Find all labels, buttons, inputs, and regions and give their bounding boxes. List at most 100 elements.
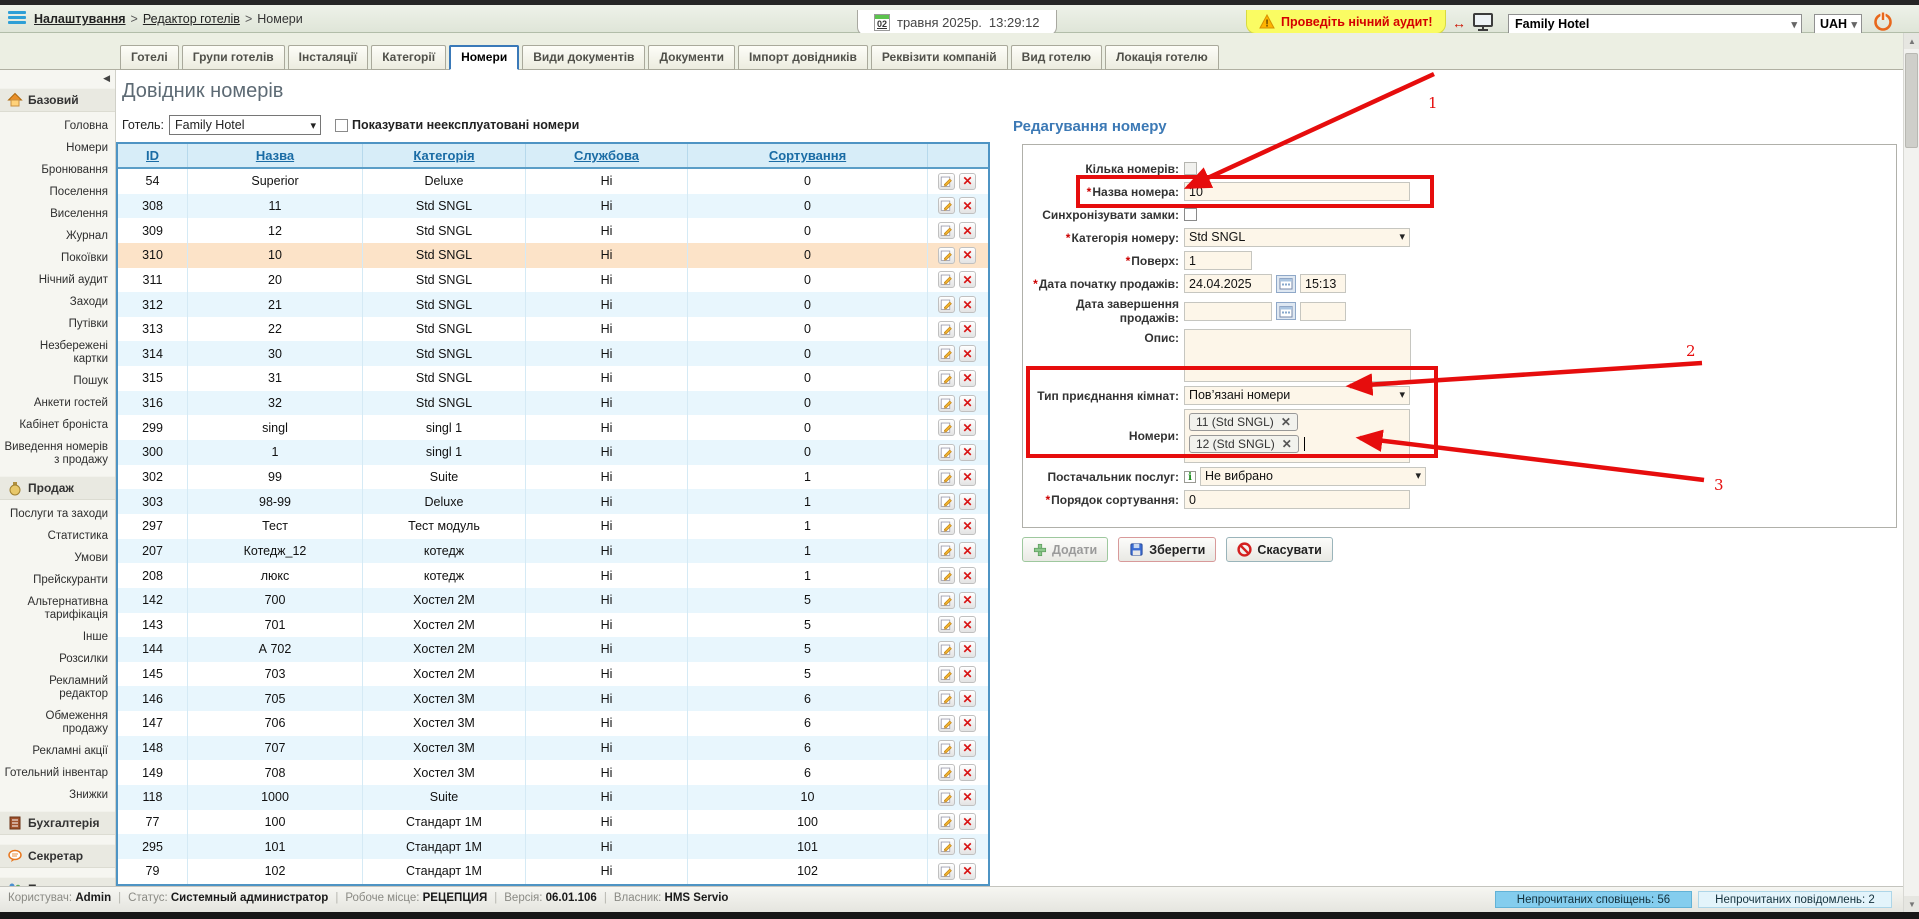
table-row[interactable]: 30912Std SNGLНі0✕: [118, 218, 988, 243]
linked-room-chip[interactable]: 11 (Std SNGL)✕: [1189, 413, 1298, 431]
delete-row-button[interactable]: ✕: [959, 740, 976, 757]
tab-види-документів[interactable]: Види документів: [522, 45, 645, 70]
sidebar-section-програма-ло[interactable]: Програма ло: [0, 877, 115, 886]
edit-row-button[interactable]: [938, 271, 955, 288]
add-button[interactable]: Додати: [1022, 537, 1108, 562]
hotel-filter-select[interactable]: Family Hotel: [169, 115, 321, 135]
table-row[interactable]: 31221Std SNGLНі0✕: [118, 292, 988, 317]
sale-start-time-input[interactable]: [1300, 274, 1346, 293]
delete-row-button[interactable]: ✕: [959, 222, 976, 239]
table-row[interactable]: 31120Std SNGLНі0✕: [118, 268, 988, 293]
table-row[interactable]: 31430Std SNGLНі0✕: [118, 341, 988, 366]
table-row[interactable]: 208люкскотеджНі1✕: [118, 563, 988, 588]
sort-order-input[interactable]: [1184, 490, 1410, 509]
table-row[interactable]: 30811Std SNGLНі0✕: [118, 194, 988, 219]
sidebar-item-альтернативна-тарифікація[interactable]: Альтернативна тарифікація: [0, 596, 115, 622]
breadcrumb-hotel-editor[interactable]: Редактор готелів: [143, 12, 240, 26]
vertical-scrollbar[interactable]: ▲ ▼: [1903, 33, 1919, 912]
unread-messages-badge[interactable]: Непрочитаних повідомлень: 2: [1698, 891, 1892, 908]
table-row[interactable]: 77100Стандарт 1МНі100✕: [118, 810, 988, 835]
edit-row-button[interactable]: [938, 321, 955, 338]
sidebar-item-заходи[interactable]: Заходи: [0, 296, 115, 309]
sidebar-item-прейскуранти[interactable]: Прейскуранти: [0, 574, 115, 587]
linked-rooms-field[interactable]: 11 (Std SNGL)✕ 12 (Std SNGL)✕: [1184, 409, 1410, 463]
delete-row-button[interactable]: ✕: [959, 863, 976, 880]
column-sort-id[interactable]: ID: [146, 148, 159, 163]
edit-row-button[interactable]: [938, 740, 955, 757]
table-row[interactable]: 30299SuiteНі1✕: [118, 465, 988, 490]
table-row[interactable]: 144А 702Хостел 2МНі5✕: [118, 637, 988, 662]
delete-row-button[interactable]: ✕: [959, 444, 976, 461]
scrollbar-thumb[interactable]: [1905, 53, 1918, 148]
table-row[interactable]: 31010Std SNGLНі0✕: [118, 243, 988, 268]
edit-row-button[interactable]: [938, 641, 955, 658]
delete-row-button[interactable]: ✕: [959, 173, 976, 190]
delete-row-button[interactable]: ✕: [959, 789, 976, 806]
delete-row-button[interactable]: ✕: [959, 419, 976, 436]
sidebar-item-статистика[interactable]: Статистика: [0, 530, 115, 543]
join-type-select[interactable]: Пов’язані номери: [1184, 386, 1410, 405]
sidebar-section-базовий[interactable]: Базовий: [0, 88, 115, 112]
tab-вид-готелю[interactable]: Вид готелю: [1011, 45, 1102, 70]
table-row[interactable]: 79102Стандарт 1МНі102✕: [118, 859, 988, 884]
delete-row-button[interactable]: ✕: [959, 616, 976, 633]
table-row[interactable]: 30398-99DeluxeНі1✕: [118, 489, 988, 514]
sidebar-item-номери[interactable]: Номери: [0, 142, 115, 155]
tab-номери[interactable]: Номери: [449, 45, 519, 70]
sidebar-item-знижки[interactable]: Знижки: [0, 789, 115, 802]
edit-row-button[interactable]: [938, 838, 955, 855]
sidebar-item-анкети-гостей[interactable]: Анкети гостей: [0, 397, 115, 410]
table-row[interactable]: 299singlsingl 1Ні0✕: [118, 415, 988, 440]
sidebar-item-виведення-номерів-з-продажу[interactable]: Виведення номерів з продажу: [0, 441, 115, 467]
edit-row-button[interactable]: [938, 542, 955, 559]
sale-end-time-input[interactable]: [1300, 302, 1346, 321]
sidebar-item-незбережені-картки[interactable]: Незбережені картки: [0, 340, 115, 366]
floor-input[interactable]: [1184, 251, 1252, 270]
show-unused-label[interactable]: Показувати неексплуатовані номери: [352, 118, 579, 132]
workstation-icon[interactable]: [1472, 12, 1494, 32]
tab-локація-готелю[interactable]: Локація готелю: [1105, 45, 1219, 70]
sidebar-item-послуги-та-заходи[interactable]: Послуги та заходи: [0, 508, 115, 521]
delete-row-button[interactable]: ✕: [959, 493, 976, 510]
unread-notifications-badge[interactable]: Непрочитаних сповіщень: 56: [1495, 891, 1692, 908]
room-name-input[interactable]: [1184, 182, 1410, 201]
delete-row-button[interactable]: ✕: [959, 296, 976, 313]
sale-start-calendar-button[interactable]: [1276, 275, 1296, 293]
table-row[interactable]: 54SuperiorDeluxeНі0✕: [118, 169, 988, 194]
sidebar-item-інше[interactable]: Інше: [0, 631, 115, 644]
save-button[interactable]: Зберегти: [1118, 537, 1216, 562]
provider-select[interactable]: Не вибрано: [1200, 467, 1426, 486]
table-row[interactable]: 147706Хостел 3МНі6✕: [118, 711, 988, 736]
sidebar-item-кабінет-броніста[interactable]: Кабінет броніста: [0, 419, 115, 432]
edit-row-button[interactable]: [938, 666, 955, 683]
column-sort-службова[interactable]: Службова: [574, 148, 639, 163]
sidebar-item-умови[interactable]: Умови: [0, 552, 115, 565]
sidebar-item-путівки[interactable]: Путівки: [0, 318, 115, 331]
sidebar-item-рекламні-акції[interactable]: Рекламні акції: [0, 745, 115, 758]
menu-icon[interactable]: [8, 11, 26, 27]
sidebar-item-журнал[interactable]: Журнал: [0, 230, 115, 243]
night-audit-alert[interactable]: ! Проведіть нічний аудит!: [1246, 10, 1446, 34]
delete-row-button[interactable]: ✕: [959, 370, 976, 387]
hotel-select[interactable]: Family Hotel: [1508, 14, 1802, 34]
sale-end-calendar-button[interactable]: [1276, 302, 1296, 320]
edit-row-button[interactable]: [938, 395, 955, 412]
sidebar-section-бухгалтерія[interactable]: Бухгалтерія: [0, 811, 115, 835]
tab-реквізити-компаній[interactable]: Реквізити компаній: [871, 45, 1008, 70]
sync-locks-checkbox[interactable]: [1184, 208, 1197, 221]
column-sort-сортування[interactable]: Сортування: [769, 148, 846, 163]
column-sort-назва[interactable]: Назва: [256, 148, 294, 163]
edit-row-button[interactable]: [938, 789, 955, 806]
sidebar-item-пошук[interactable]: Пошук: [0, 375, 115, 388]
sidebar-item-поселення[interactable]: Поселення: [0, 186, 115, 199]
edit-row-button[interactable]: [938, 493, 955, 510]
table-row[interactable]: 143701Хостел 2МНі5✕: [118, 613, 988, 638]
linked-room-chip[interactable]: 12 (Std SNGL)✕: [1189, 435, 1299, 453]
delete-row-button[interactable]: ✕: [959, 764, 976, 781]
sale-start-date-input[interactable]: [1184, 274, 1272, 293]
sidebar-section-продаж[interactable]: Продаж: [0, 476, 115, 500]
edit-row-button[interactable]: [938, 419, 955, 436]
table-row[interactable]: 31531Std SNGLНі0✕: [118, 366, 988, 391]
edit-row-button[interactable]: [938, 469, 955, 486]
currency-select[interactable]: UAH: [1814, 14, 1862, 34]
